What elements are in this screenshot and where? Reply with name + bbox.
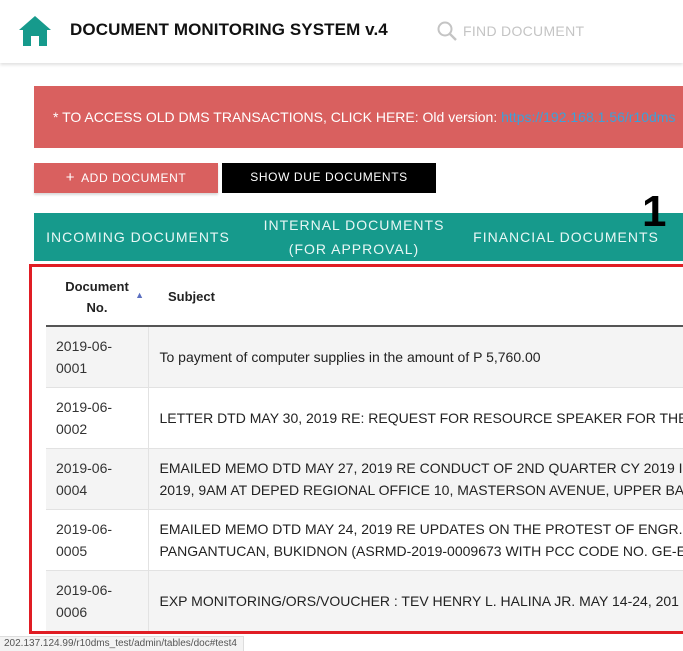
plus-icon: + [66,169,75,186]
add-document-label: ADD DOCUMENT [81,171,186,185]
search-input[interactable] [463,20,663,42]
tab-financial-documents[interactable]: FINANCIAL DOCUMENTS [466,213,666,261]
search-box[interactable] [436,19,676,45]
highlight-box [29,264,683,634]
search-icon [436,20,458,42]
alert-text: * TO ACCESS OLD DMS TRANSACTIONS, CLICK … [53,109,501,125]
tab-internal-documents[interactable]: INTERNAL DOCUMENTS (FOR APPROVAL) [248,213,460,261]
show-due-documents-button[interactable]: SHOW DUE DOCUMENTS [222,163,436,193]
tab-internal-label-line2: (FOR APPROVAL) [248,237,460,261]
app-title: DOCUMENT MONITORING SYSTEM v.4 [70,20,388,40]
old-version-link[interactable]: https://192.168.1.56/r10dms [501,109,675,125]
document-tabs: INCOMING DOCUMENTS INTERNAL DOCUMENTS (F… [34,213,683,261]
home-icon[interactable] [18,15,52,47]
status-bar-url: 202.137.124.99/r10dms_test/admin/tables/… [0,636,244,651]
old-version-alert: * TO ACCESS OLD DMS TRANSACTIONS, CLICK … [34,86,683,148]
add-document-button[interactable]: + ADD DOCUMENT [34,163,218,193]
top-bar: DOCUMENT MONITORING SYSTEM v.4 [0,0,683,63]
annotation-number: 1 [642,187,666,237]
tab-internal-label-line1: INTERNAL DOCUMENTS [248,213,460,237]
tab-incoming-documents[interactable]: INCOMING DOCUMENTS [34,213,242,261]
